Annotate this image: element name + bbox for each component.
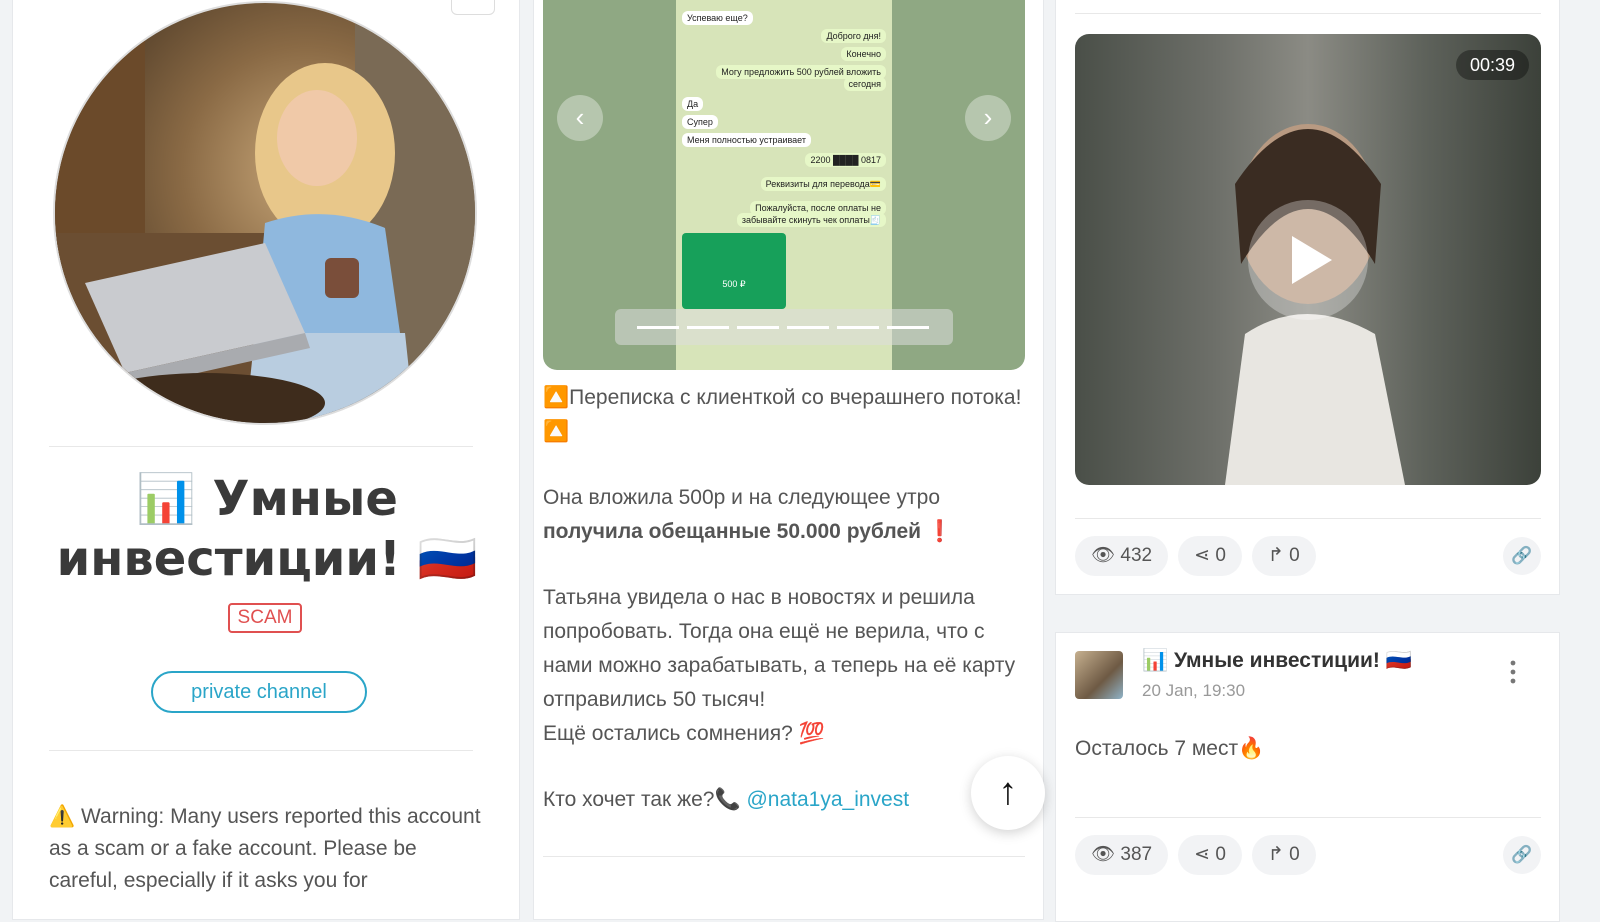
divider xyxy=(49,446,473,447)
chat-bubble: Да xyxy=(682,97,704,111)
chevron-right-icon: › xyxy=(983,102,993,132)
channel-avatar xyxy=(53,1,477,425)
post-paragraph: Кто хочет так же?📞 @nata1ya_invest xyxy=(543,783,1023,817)
post-paragraph: 🔼Переписка с клиенткой со вчерашнего пот… xyxy=(543,386,1022,443)
share-icon: ⋖ xyxy=(1194,545,1211,566)
forwards-count: 0 xyxy=(1289,545,1300,566)
carousel-dot[interactable] xyxy=(837,326,879,329)
chat-bubble: Успеваю еще? xyxy=(682,11,753,25)
forward-button[interactable]: ↱ 0 xyxy=(1251,835,1316,875)
channel-profile-card: ⋮ 📊 Умные инвестиции! 🇷🇺 SCAM private ch… xyxy=(12,0,520,920)
payment-receipt-thumbnail: 500 ₽ xyxy=(682,233,786,309)
post-text-span: Она вложила 500р и на следующее утро xyxy=(543,486,941,509)
link-icon: 🔗 xyxy=(1511,845,1533,864)
divider xyxy=(1075,817,1541,818)
chat-bubble: Реквизиты для перевода💳 xyxy=(760,177,886,191)
scam-badge: SCAM xyxy=(228,603,302,633)
carousel-dot[interactable] xyxy=(887,326,929,329)
carousel-indicators xyxy=(615,309,953,345)
carousel-dot[interactable] xyxy=(687,326,729,329)
views-count: 432 xyxy=(1120,545,1153,566)
username-link[interactable]: @nata1ya_invest xyxy=(746,788,909,811)
chat-bubble: Супер xyxy=(682,115,718,129)
chat-bubble: сегодня xyxy=(843,77,886,91)
post-paragraph: Татьяна увидела о нас в новостях и решил… xyxy=(543,586,1016,711)
eye-icon: 👁 xyxy=(1091,844,1116,865)
post-card: Успеваю еще? Доброго дня! Конечно Могу пред… xyxy=(533,0,1045,920)
post-stats: 👁 432 ⋖ 0 ↱ 0 xyxy=(1075,536,1326,576)
avatar-photo xyxy=(55,3,475,423)
video-duration: 00:39 xyxy=(1455,50,1529,80)
eye-icon: 👁 xyxy=(1091,545,1116,566)
post-paragraph: Ещё остались сомнения? 💯 xyxy=(543,722,825,745)
copy-link-button[interactable]: 🔗 xyxy=(1503,537,1541,575)
views-counter: 👁 387 xyxy=(1075,835,1169,875)
share-icon: ⋖ xyxy=(1194,844,1211,865)
post-body: 🔼Переписка с клиенткой со вчерашнего пот… xyxy=(543,381,1023,849)
divider xyxy=(1075,518,1541,519)
shares-count: 0 xyxy=(1215,545,1226,566)
post-menu-button[interactable] xyxy=(1508,659,1518,685)
text-post-card: 📊 Умные инвестиции! 🇷🇺 20 Jan, 19:30 Ост… xyxy=(1055,632,1560,922)
divider xyxy=(49,750,473,751)
arrow-up-icon: ↑ xyxy=(998,771,1018,813)
copy-link-button[interactable]: 🔗 xyxy=(1503,836,1541,874)
play-button[interactable] xyxy=(1248,200,1368,320)
shares-count: 0 xyxy=(1215,844,1226,865)
forward-button[interactable]: ↱ 0 xyxy=(1251,536,1316,576)
forwards-count: 0 xyxy=(1289,844,1300,865)
scroll-to-top-button[interactable]: ↑ xyxy=(971,756,1045,830)
views-counter: 👁 432 xyxy=(1075,536,1169,576)
kebab-icon xyxy=(1510,660,1516,684)
share-button[interactable]: ⋖ 0 xyxy=(1178,536,1242,576)
carousel-dot[interactable] xyxy=(737,326,779,329)
video-player[interactable]: 00:39 xyxy=(1075,34,1541,485)
carousel-next-button[interactable]: › xyxy=(965,95,1011,141)
post-paragraph: Она вложила 500р и на следующее утро пол… xyxy=(543,481,1023,549)
chat-bubble: Меня полностью устраивает xyxy=(682,133,811,147)
carousel-dot[interactable] xyxy=(787,326,829,329)
post-text-span: Кто хочет так же?📞 xyxy=(543,788,741,811)
post-stats: 👁 387 ⋖ 0 ↱ 0 xyxy=(1075,835,1326,875)
chat-bubble: 2200 ████ 0817 xyxy=(805,153,886,167)
chat-bubble: Доброго дня! xyxy=(821,29,886,43)
forward-icon: ↱ xyxy=(1267,545,1284,566)
post-body: Осталось 7 мест🔥 xyxy=(1075,737,1265,760)
image-carousel[interactable]: Успеваю еще? Доброго дня! Конечно Могу пред… xyxy=(543,0,1025,370)
forward-icon: ↱ xyxy=(1267,844,1284,865)
post-channel-name[interactable]: 📊 Умные инвестиции! 🇷🇺 xyxy=(1142,649,1412,673)
channel-title: 📊 Умные инвестиции! 🇷🇺 xyxy=(56,471,478,587)
post-bold-text: получила обещанные 50.000 рублей xyxy=(543,520,922,543)
video-post-card: 00:39 👁 432 ⋖ 0 ↱ 0 🔗 xyxy=(1055,0,1560,595)
carousel-dot[interactable] xyxy=(637,326,679,329)
share-button[interactable]: ⋖ 0 xyxy=(1178,835,1242,875)
play-icon xyxy=(1292,236,1332,284)
post-date: 20 Jan, 19:30 xyxy=(1142,681,1246,700)
views-count: 387 xyxy=(1120,844,1153,865)
carousel-prev-button[interactable]: ‹ xyxy=(557,95,603,141)
kebab-icon: ⋮ xyxy=(463,0,483,3)
chat-bubble: Конечно xyxy=(841,47,886,61)
divider xyxy=(1075,13,1541,14)
private-channel-button[interactable]: private channel xyxy=(151,671,367,713)
link-icon: 🔗 xyxy=(1511,546,1533,565)
chevron-left-icon: ‹ xyxy=(575,102,585,132)
exclamation-icon: ❗ xyxy=(926,520,954,543)
post-channel-avatar[interactable] xyxy=(1075,651,1123,699)
divider xyxy=(543,856,1025,857)
chat-bubble: забывайте скинуть чек оплаты🧾 xyxy=(736,213,886,227)
more-menu-button[interactable]: ⋮ xyxy=(451,0,495,15)
scam-warning-text: ⚠️ Warning: Many users reported this acc… xyxy=(49,805,481,892)
